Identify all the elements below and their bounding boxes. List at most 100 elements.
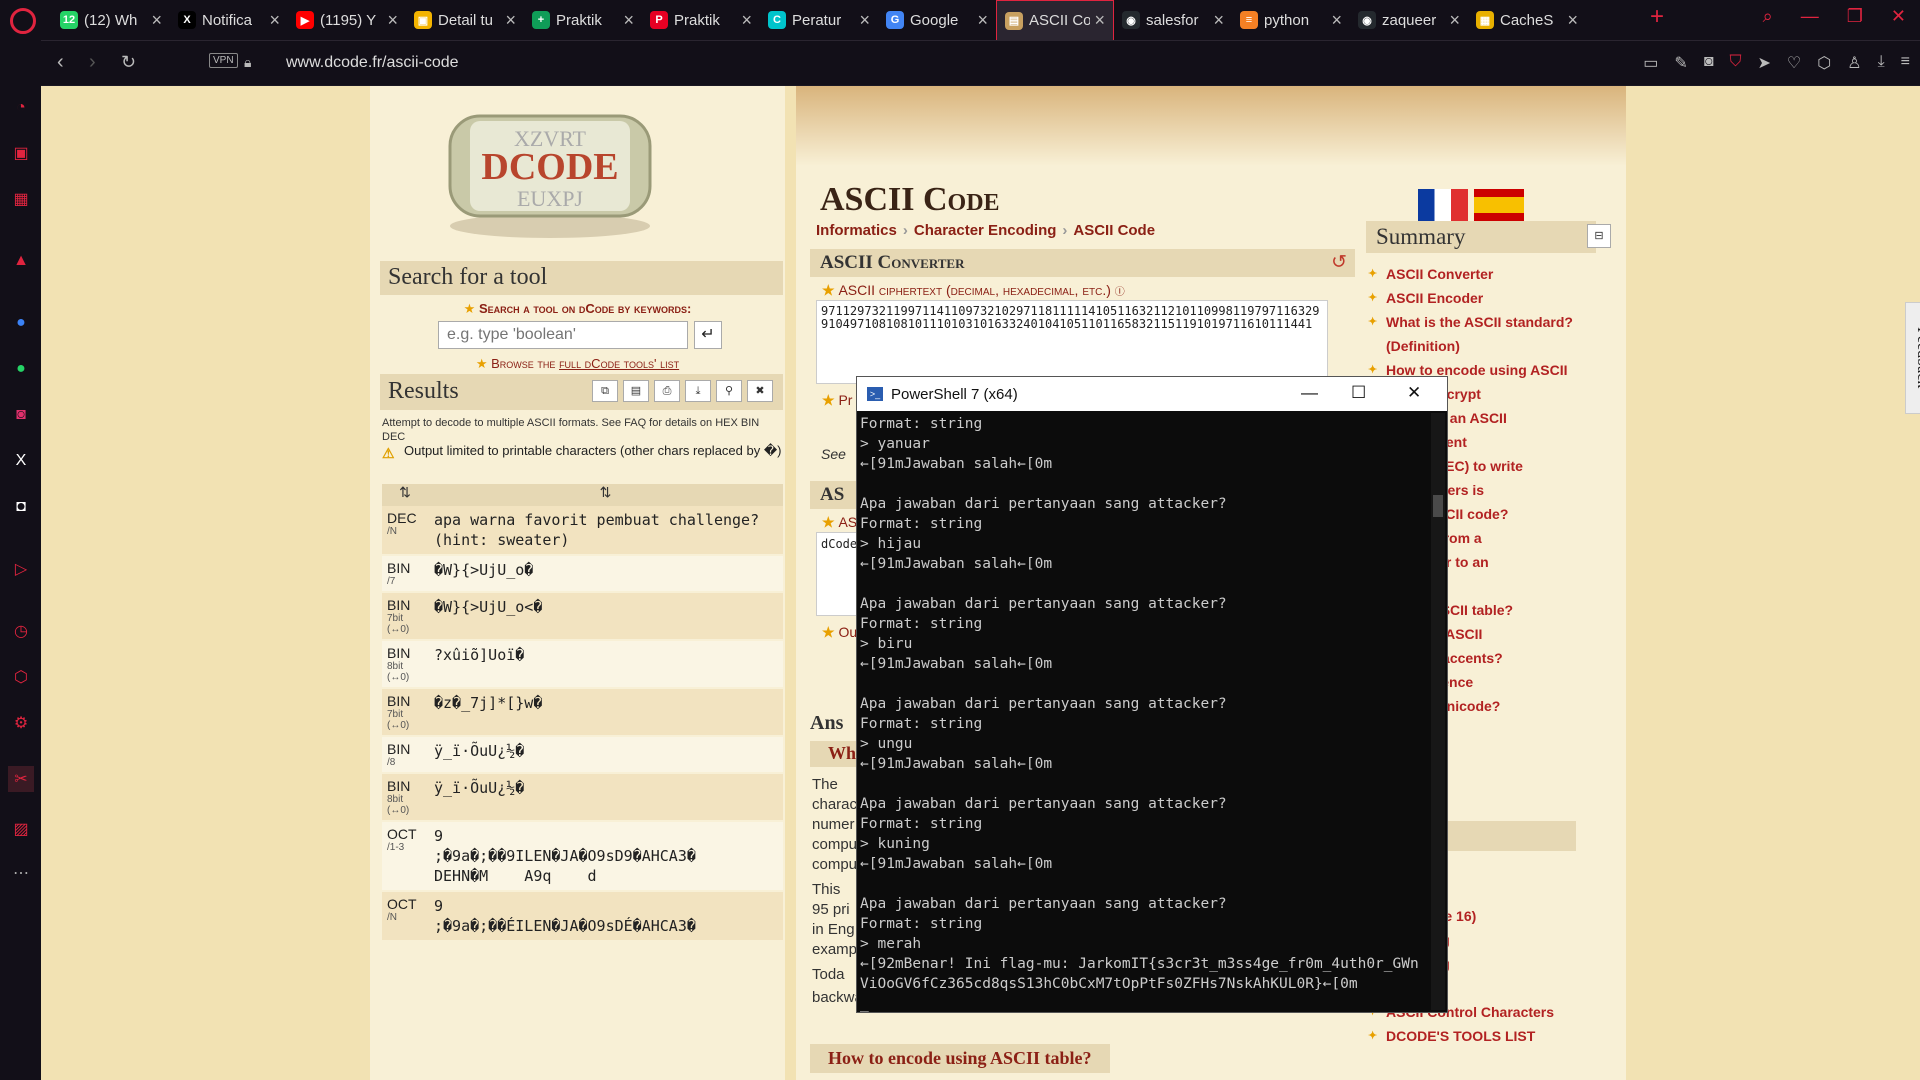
close-icon[interactable]: ✕: [1891, 6, 1906, 27]
tab-item[interactable]: ◉ zaqueer ×: [1350, 0, 1468, 40]
tab-item[interactable]: + Praktik ×: [524, 0, 642, 40]
forward-icon[interactable]: ›: [89, 51, 96, 74]
tab-close-icon[interactable]: ×: [505, 10, 516, 31]
tab-item[interactable]: P Praktik ×: [642, 0, 760, 40]
close-icon[interactable]: ✖: [747, 380, 773, 402]
terminal-output[interactable]: Format: string > yanuar ←[91mJawaban salah…: [857, 411, 1429, 1012]
result-row[interactable]: BIN/7 �W}{>UjU_o�: [382, 556, 783, 593]
dcode-logo[interactable]: DCODE XZVRT EUXPJ: [420, 91, 675, 241]
tab-close-icon[interactable]: ×: [387, 10, 398, 31]
tool-search-input[interactable]: [438, 321, 688, 349]
ciphertext-input[interactable]: 9711297321199711411097321029711811111410…: [816, 300, 1328, 384]
player-icon[interactable]: ▷: [8, 556, 34, 582]
search-tabs-icon[interactable]: ⌕: [1763, 6, 1773, 27]
reader-icon[interactable]: ▭: [1643, 53, 1658, 73]
new-tab-button[interactable]: +: [1650, 3, 1664, 31]
tab-close-icon[interactable]: ×: [741, 10, 752, 31]
result-row[interactable]: BIN/8 ÿ_ï·ÕuU¿½�: [382, 737, 783, 774]
url-field[interactable]: www.dcode.fr/ascii-code: [286, 54, 459, 72]
speed-dial-icon[interactable]: ◔: [8, 95, 34, 121]
tab-item[interactable]: ≡ python ×: [1232, 0, 1350, 40]
copy-icon[interactable]: ⧉: [592, 380, 618, 402]
sort-type-icon[interactable]: ⇅: [382, 484, 428, 506]
close-icon[interactable]: ✕: [1407, 383, 1421, 403]
vpn-badge[interactable]: VPN: [209, 53, 238, 68]
breadcrumb-ascii[interactable]: ASCII Code: [1073, 222, 1155, 239]
tab-item[interactable]: ▣ Detail tu ×: [406, 0, 524, 40]
pin-icon[interactable]: ⚲: [716, 380, 742, 402]
more-icon[interactable]: ⋯: [8, 860, 34, 886]
menu-icon[interactable]: ≡: [1901, 53, 1910, 73]
reload-icon[interactable]: ↻: [121, 52, 136, 73]
result-row[interactable]: BIN 7bit (↔0) �W}{>UjU_o<�: [382, 593, 783, 641]
scrollbar-thumb[interactable]: [1433, 495, 1443, 517]
tab-close-icon[interactable]: ×: [859, 10, 870, 31]
settings-icon[interactable]: ⚙: [8, 710, 34, 736]
adblock-icon[interactable]: ⛉: [1730, 53, 1742, 73]
reset-icon[interactable]: ↺: [1331, 251, 1347, 274]
save-icon[interactable]: ▤: [623, 380, 649, 402]
camera-icon[interactable]: ◙: [1704, 53, 1714, 73]
similar-page-link[interactable]: DCODE'S TOOLS LIST: [1368, 1024, 1583, 1048]
tab-item[interactable]: ▤ ASCII Co ×: [996, 0, 1114, 40]
download-icon[interactable]: ⤓: [1878, 53, 1885, 73]
ai-icon[interactable]: ▦: [8, 186, 34, 212]
help-icon[interactable]: ⓘ: [1115, 282, 1125, 298]
instagram-icon[interactable]: ◙: [8, 402, 34, 428]
print-icon[interactable]: ⎙: [654, 380, 680, 402]
gallery-icon[interactable]: ▨: [8, 816, 34, 842]
tab-close-icon[interactable]: ×: [1213, 10, 1224, 31]
back-icon[interactable]: ‹: [57, 51, 64, 74]
feedback-tab[interactable]: Feedback: [1905, 302, 1920, 414]
tab-close-icon[interactable]: ×: [269, 10, 280, 31]
tab-close-icon[interactable]: ×: [623, 10, 634, 31]
tab-item[interactable]: 12 (12) Wh ×: [52, 0, 170, 40]
summary-link[interactable]: ASCII Encoder: [1368, 286, 1583, 310]
history-icon[interactable]: ◷: [8, 618, 34, 644]
breadcrumb-informatics[interactable]: Informatics: [816, 222, 897, 239]
tab-item[interactable]: ▦ CacheS ×: [1468, 0, 1586, 40]
work-icon[interactable]: ▣: [8, 140, 34, 166]
result-row[interactable]: BIN 8bit (↔0) ?xûiõ]Uoï�: [382, 641, 783, 689]
tab-close-icon[interactable]: ×: [977, 10, 988, 31]
messenger-icon[interactable]: ●: [8, 310, 34, 336]
tab-item[interactable]: G Google ×: [878, 0, 996, 40]
tab-close-icon[interactable]: ×: [1449, 10, 1460, 31]
minimize-icon[interactable]: —: [1801, 6, 1819, 27]
french-flag-icon[interactable]: [1418, 189, 1468, 221]
send-icon[interactable]: ➤: [1758, 53, 1771, 73]
sort-value-icon[interactable]: ⇅: [428, 484, 783, 506]
summary-link[interactable]: What is the ASCII standard? (Definition): [1368, 310, 1583, 358]
maximize-icon[interactable]: ☐: [1351, 383, 1366, 403]
tab-item[interactable]: ◉ salesfor ×: [1114, 0, 1232, 40]
tab-item[interactable]: ▶ (1195) Y ×: [288, 0, 406, 40]
extensions-icon[interactable]: ⬡: [8, 664, 34, 690]
result-row[interactable]: OCT/1-3 9 ;�9a�;��9ILEN�JA�O9sD9�AHCA3� D…: [382, 822, 783, 892]
tab-close-icon[interactable]: ×: [1567, 10, 1578, 31]
opera-logo-icon[interactable]: [10, 8, 36, 34]
whatsapp-icon[interactable]: ●: [8, 356, 34, 382]
terminal-scrollbar[interactable]: [1431, 413, 1445, 1010]
tab-close-icon[interactable]: ×: [1094, 10, 1105, 31]
summary-link[interactable]: ASCII Converter: [1368, 262, 1583, 286]
pinned-tool-icon[interactable]: ✂: [8, 766, 34, 792]
tab-item[interactable]: X Notifica ×: [170, 0, 288, 40]
x-twitter-icon[interactable]: X: [8, 448, 34, 474]
maximize-icon[interactable]: ❐: [1847, 6, 1863, 27]
aria-icon[interactable]: ▲: [8, 248, 34, 274]
collapse-icon[interactable]: ⊟: [1587, 224, 1611, 248]
download-icon[interactable]: ⤓: [685, 380, 711, 402]
result-row[interactable]: BIN 8bit (↔0) ÿ_ï·ÕuU¿½�: [382, 774, 783, 822]
result-row[interactable]: OCT/N 9 ;�9a�;��ÉILEN�JA�O9sDÉ�AHCA3�: [382, 892, 783, 942]
cube-icon[interactable]: ⬡: [1817, 53, 1831, 73]
tab-close-icon[interactable]: ×: [151, 10, 162, 31]
search-submit-button[interactable]: ↵: [694, 321, 722, 349]
result-row[interactable]: DEC/N apa warna favorit pembuat challenge…: [382, 506, 783, 556]
minimize-icon[interactable]: —: [1301, 383, 1318, 403]
spanish-flag-icon[interactable]: [1474, 189, 1524, 221]
tab-close-icon[interactable]: ×: [1331, 10, 1342, 31]
account-icon[interactable]: ♙: [1847, 53, 1861, 73]
heart-icon[interactable]: ♡: [1787, 53, 1801, 73]
tools-list-link[interactable]: full dCode tools' list: [559, 356, 679, 371]
edit-icon[interactable]: ✎: [1674, 53, 1687, 73]
